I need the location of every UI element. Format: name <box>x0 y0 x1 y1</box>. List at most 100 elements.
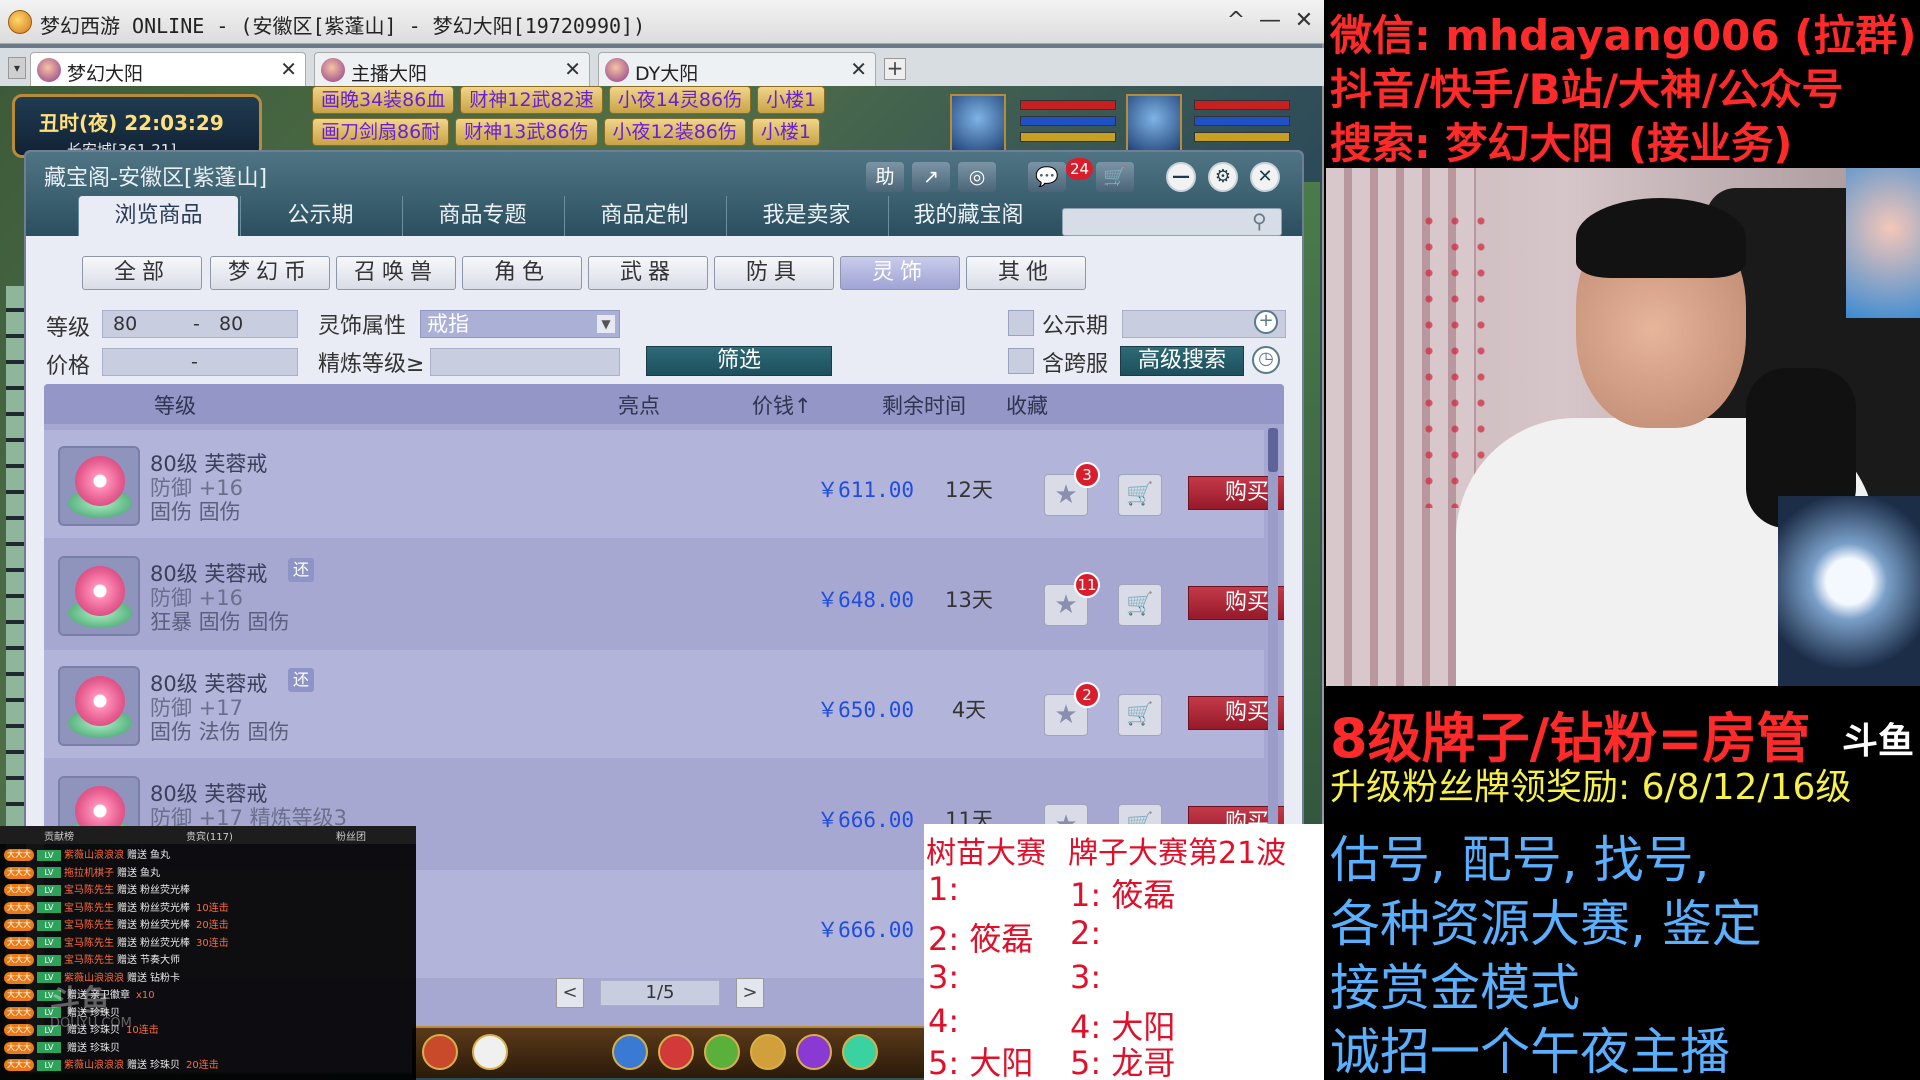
shop-search-input[interactable] <box>1062 208 1282 236</box>
tab-seller[interactable]: 我是卖家 <box>726 196 886 236</box>
help-button[interactable]: 助 <box>866 162 904 192</box>
cross-server-label: 含跨服 <box>1042 352 1109 377</box>
tab-browse-goods[interactable]: 浏览商品 <box>78 196 238 236</box>
category-game-coin[interactable]: 梦幻币 <box>210 256 330 290</box>
item-price: ￥611.00 <box>817 478 914 502</box>
list-item: 大大大 LV 拖拉机棋子 赠送 鱼丸 <box>4 864 412 880</box>
category-armor[interactable]: 防具 <box>714 256 834 290</box>
clock-icon[interactable]: ◷ <box>1252 346 1280 374</box>
column-level[interactable]: 等级 <box>154 390 196 420</box>
add-to-cart-icon[interactable]: 🛒 <box>1118 584 1162 626</box>
plus-icon[interactable]: + <box>1254 310 1278 334</box>
category-ornaments[interactable]: 灵饰 <box>840 256 960 290</box>
refine-level-label: 精炼等级≥ <box>318 352 425 377</box>
column-remaining-time[interactable]: 剩余时间 <box>882 390 966 420</box>
settings-gear-icon[interactable]: ⚙ <box>1208 162 1238 192</box>
moon-artwork <box>1778 496 1920 686</box>
cart-icon[interactable]: 🛒 <box>1096 162 1134 192</box>
collapse-window-button[interactable]: ^ <box>1222 6 1250 36</box>
message-icon[interactable]: 💬 <box>1028 162 1066 192</box>
fan-badge: 大大大 <box>4 954 34 966</box>
level-badge: LV <box>37 884 61 896</box>
sword-icon[interactable] <box>612 1034 648 1070</box>
add-to-cart-icon[interactable]: 🛒 <box>1118 694 1162 736</box>
add-to-cart-icon[interactable]: 🛒 <box>1118 474 1162 516</box>
ring-item-icon[interactable] <box>58 556 140 636</box>
tab-dropdown-icon[interactable]: ▾ <box>8 57 26 79</box>
category-weapons[interactable]: 武器 <box>588 256 708 290</box>
list-item: 大大大 LV 宝马陈先生 赠送 粉丝荧光棒 30连击 <box>4 934 412 950</box>
tab-goods-topics[interactable]: 商品专题 <box>402 196 562 236</box>
column-highlight[interactable]: 亮点 <box>618 390 660 420</box>
level-badge: LV <box>37 849 61 861</box>
gift-user: 宝马陈先生 <box>64 937 114 949</box>
tab-close-icon[interactable]: ✕ <box>564 57 581 81</box>
tab-close-icon[interactable]: ✕ <box>850 57 867 81</box>
filter-button[interactable]: 筛选 <box>646 346 832 376</box>
category-roles[interactable]: 角色 <box>462 256 582 290</box>
item-price: ￥666.00 <box>817 808 914 832</box>
refine-level-input[interactable] <box>430 348 620 376</box>
friend-icon[interactable] <box>842 1034 878 1070</box>
ring-item-icon[interactable] <box>58 666 140 746</box>
new-tab-button[interactable]: + <box>884 58 906 80</box>
tab-contribution[interactable]: 贡献榜 <box>44 828 74 843</box>
category-all[interactable]: 全部 <box>82 256 202 290</box>
tab-dydayang[interactable]: DY大阳 ✕ <box>598 52 876 86</box>
skill-icon[interactable] <box>422 1034 458 1070</box>
pet-portrait-icon[interactable] <box>950 94 1006 154</box>
level-range-input[interactable]: 80 - 80 <box>102 310 298 338</box>
table-row[interactable]: 80级 芙蓉戒 还 防御 +16 狂暴 固伤 固伤 ￥648.00 13天 ★ … <box>44 540 1284 648</box>
column-price[interactable]: 价钱↑ <box>752 390 812 420</box>
public-period-checkbox[interactable] <box>1008 310 1034 336</box>
tab-label: 梦幻大阳 <box>67 63 144 85</box>
player-portrait-icon[interactable] <box>1126 94 1182 154</box>
column-favorites[interactable]: 收藏 <box>1006 390 1048 420</box>
category-pets[interactable]: 召唤兽 <box>336 256 456 290</box>
scrollbar-thumb[interactable] <box>1268 428 1278 472</box>
category-other[interactable]: 其他 <box>966 256 1086 290</box>
table-row[interactable]: 80级 芙蓉戒 防御 +16 固伤 固伤 ￥611.00 12天 ★ 3 🛒 购… <box>44 430 1284 538</box>
sp-bar <box>1194 132 1290 142</box>
fan-badge: 大大大 <box>4 1041 34 1054</box>
level-badge: LV <box>37 954 61 966</box>
tab-public-period[interactable]: 公示期 <box>240 196 400 236</box>
minimize-dialog-button[interactable]: — <box>1166 162 1196 192</box>
minimize-window-button[interactable]: — <box>1256 6 1284 36</box>
prev-page-button[interactable]: < <box>556 978 584 1008</box>
player-tag: 小夜12装86伤 <box>603 118 746 146</box>
close-dialog-button[interactable]: ✕ <box>1250 162 1280 192</box>
attribute-select[interactable]: 戒指 ▼ <box>420 310 620 338</box>
advanced-search-button[interactable]: 高级搜索 <box>1120 346 1244 376</box>
tab-goods-custom[interactable]: 商品定制 <box>564 196 724 236</box>
service-line-2: 各种资源大赛, 鉴定 <box>1330 895 1762 953</box>
record-icon[interactable]: ◎ <box>958 162 996 192</box>
cross-server-checkbox[interactable] <box>1008 348 1034 374</box>
tab-my-shop[interactable]: 我的藏宝阁 <box>888 196 1048 236</box>
quest-icon[interactable] <box>796 1034 832 1070</box>
close-window-button[interactable]: ✕ <box>1290 6 1318 36</box>
window-titlebar: 梦幻西游 ONLINE - (安徽区[紫蓬山] - 梦幻大阳[19720990]… <box>0 0 1324 44</box>
share-icon[interactable]: ↗ <box>912 162 950 192</box>
team-icon[interactable] <box>750 1034 786 1070</box>
page-indicator[interactable]: 1/5 <box>600 980 720 1006</box>
table-row[interactable]: 80级 芙蓉戒 还 防御 +17 固伤 法伤 固伤 ￥650.00 4天 ★ 2… <box>44 650 1284 758</box>
bag-icon[interactable] <box>704 1034 740 1070</box>
tab-vip[interactable]: 贵宾(117) <box>186 828 233 843</box>
level-badge: LV <box>37 937 61 948</box>
price-label: 价格 <box>46 354 91 379</box>
tab-fan-club[interactable]: 粉丝团 <box>336 828 366 843</box>
player-tag: 财神12武82速 <box>460 86 603 114</box>
tab-close-icon[interactable]: ✕ <box>280 57 297 81</box>
price-range-input[interactable]: - <box>102 348 298 376</box>
next-page-button[interactable]: > <box>736 978 764 1008</box>
fan-badge: 大大大 <box>4 866 34 879</box>
tab-zhubodayang[interactable]: 主播大阳 ✕ <box>314 52 590 86</box>
tab-mhdayang[interactable]: 梦幻大阳 ✕ <box>30 52 306 86</box>
search-icon[interactable]: ⚲ <box>1252 209 1267 233</box>
shop-title: 藏宝阁-安徽区[紫蓬山] <box>44 166 268 191</box>
ring-item-icon[interactable] <box>58 446 140 526</box>
pet-icon[interactable] <box>472 1034 508 1070</box>
gift-name: 粉丝荧光棒 <box>140 920 190 931</box>
chest-icon[interactable] <box>658 1034 694 1070</box>
